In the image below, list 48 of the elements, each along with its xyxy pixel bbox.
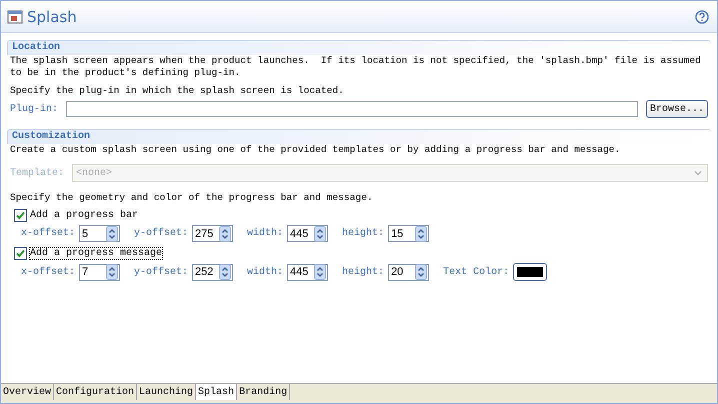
- checkbox[interactable]: [14, 209, 27, 222]
- checkbox-label[interactable]: Add a progress bar: [29, 209, 140, 222]
- section-title: Customization: [12, 131, 90, 142]
- description-text: Create a custom splash screen using one of the provided templates or by adding a progress bar and message.: [9, 144, 622, 156]
- number-spinner[interactable]: 445: [287, 264, 328, 280]
- spinner-arrows-icon[interactable]: [106, 226, 118, 242]
- field-label: width:: [247, 228, 284, 239]
- number-spinner[interactable]: 20: [388, 264, 430, 280]
- field-label: height:: [342, 228, 384, 239]
- field-label: width:: [247, 266, 284, 278]
- page-tab[interactable]: Configuration: [54, 384, 138, 400]
- number-spinner[interactable]: 7: [79, 264, 120, 280]
- number-spinner[interactable]: 15: [388, 225, 430, 242]
- help-icon[interactable]: [695, 10, 709, 24]
- number-spinner[interactable]: 275: [192, 225, 234, 242]
- spinner-arrows-icon[interactable]: [106, 264, 118, 280]
- browse-button[interactable]: Browse...: [646, 100, 708, 118]
- field-label: Text Color:: [443, 266, 510, 278]
- spinner-arrows-icon[interactable]: [314, 264, 326, 280]
- page-tab[interactable]: Branding: [237, 384, 290, 400]
- instruction-text: Specify the plug-in in which the splash screen is located.: [9, 85, 345, 97]
- spinner-arrows-icon[interactable]: [415, 264, 428, 280]
- color-button[interactable]: [513, 263, 548, 281]
- field-label: Template:: [10, 168, 64, 178]
- page-tab[interactable]: Launching: [137, 384, 196, 400]
- field-label: x-offset:: [21, 228, 76, 239]
- page-tab[interactable]: Overview: [1, 384, 54, 400]
- spinner-arrows-icon[interactable]: [219, 264, 232, 280]
- field-label: Plug-in:: [10, 104, 58, 114]
- description-text: The splash screen appears when the product launches. If its location is not specified, the 'splash.bmp' file is assumed to be in the product's defining plug-in.: [9, 55, 702, 79]
- section-title: Location: [12, 42, 60, 53]
- page-tab[interactable]: Splash: [196, 384, 238, 400]
- editor-title: Splash: [27, 8, 77, 26]
- field-label: x-offset:: [21, 266, 76, 278]
- plugin-field[interactable]: [66, 101, 638, 117]
- checkbox-label[interactable]: Add a progress message: [29, 247, 164, 260]
- number-spinner[interactable]: 5: [79, 225, 120, 242]
- field-label: height:: [342, 266, 384, 278]
- spinner-arrows-icon[interactable]: [415, 226, 428, 242]
- number-spinner[interactable]: 445: [287, 225, 328, 242]
- field-label: y-offset:: [134, 266, 188, 278]
- checkbox[interactable]: [14, 247, 27, 260]
- window-icon: [7, 8, 23, 24]
- instruction-text: Specify the geometry and color of the progress bar and message.: [9, 192, 374, 204]
- field-label: y-offset:: [134, 228, 188, 239]
- spinner-arrows-icon[interactable]: [219, 226, 232, 242]
- number-spinner[interactable]: 252: [192, 264, 234, 280]
- spinner-arrows-icon[interactable]: [314, 226, 326, 242]
